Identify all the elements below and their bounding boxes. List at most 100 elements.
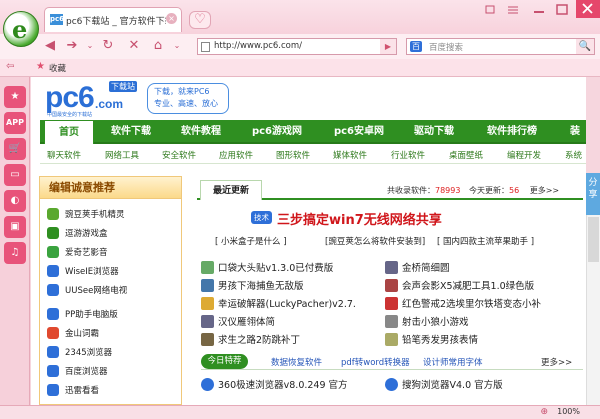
- nav-tutorials[interactable]: 软件教程: [170, 120, 232, 144]
- home-icon[interactable]: ⌂: [148, 37, 168, 55]
- quick-link[interactable]: [ 国内四款主流苹果助手 ]: [437, 235, 534, 247]
- search-placeholder[interactable]: 百度搜索: [429, 41, 463, 53]
- more-link[interactable]: 更多>>: [530, 186, 559, 195]
- sidebar-app-icon[interactable]: APP: [4, 112, 26, 134]
- page-icon: [201, 42, 210, 52]
- software-item[interactable]: 幸运破解器(LuckyPacher)v2.7.: [201, 296, 356, 311]
- baidu-icon[interactable]: 百: [410, 41, 422, 52]
- app-icon: [47, 246, 59, 258]
- site-logo-slogan: 中国最安全的下载站: [47, 112, 93, 118]
- browser-logo[interactable]: e: [3, 11, 39, 47]
- menu-icon[interactable]: [508, 6, 518, 14]
- quick-link[interactable]: [豌豆荚怎么将软件安装到]: [325, 235, 425, 247]
- subnav-item[interactable]: 图形软件: [276, 149, 310, 161]
- sidebar-shopping-icon[interactable]: 🛒: [4, 138, 26, 160]
- nav-software[interactable]: 软件下载: [100, 120, 162, 144]
- back-icon[interactable]: ◀: [40, 37, 60, 55]
- maximize-icon[interactable]: [556, 4, 568, 15]
- nav-drivers[interactable]: 驱动下载: [404, 120, 464, 144]
- nav-home[interactable]: 首页: [44, 120, 94, 144]
- subnav-item[interactable]: 安全软件: [162, 149, 196, 161]
- software-icon: [201, 315, 214, 328]
- software-item[interactable]: 求生之路2防跳补丁: [201, 332, 300, 347]
- list-item[interactable]: UUSee网络电视: [47, 284, 127, 300]
- sidebar-tv-icon[interactable]: ▣: [4, 216, 26, 238]
- today-link[interactable]: 数据恢复软件: [271, 356, 322, 368]
- address-bar[interactable]: http://www.pc6.com/ ▶: [197, 38, 397, 55]
- list-item[interactable]: 迅雷看看: [47, 384, 99, 400]
- software-icon: [385, 297, 398, 310]
- browser-tab[interactable]: pc6 pc6下载站 _ 官方软件下载游 ×: [44, 7, 182, 32]
- list-item[interactable]: WiseIE浏览器: [47, 265, 119, 281]
- subnav-item[interactable]: 编程开发: [507, 149, 541, 161]
- software-item[interactable]: 铅笔秀发男孩表情: [385, 332, 478, 347]
- list-item[interactable]: 逗游游戏盒: [47, 227, 108, 243]
- software-item[interactable]: 射击小狼小游戏: [385, 314, 469, 329]
- bookmarks-label[interactable]: 收藏: [49, 62, 66, 74]
- software-item[interactable]: 金桥简细圆: [385, 260, 450, 275]
- go-button[interactable]: ▶: [380, 39, 396, 54]
- list-item[interactable]: 爱奇艺影音: [47, 246, 108, 262]
- search-box[interactable]: 百 百度搜索 🔍: [406, 38, 595, 55]
- today-more-link[interactable]: 更多>>: [541, 356, 572, 368]
- list-item[interactable]: 豌豆荚手机精灵: [47, 208, 125, 224]
- nav-android[interactable]: pc6安卓网: [322, 120, 396, 144]
- site-logo[interactable]: pc6 下载站 .com 中国最安全的下载站: [45, 81, 140, 118]
- software-item[interactable]: 男孩下海捕鱼无敌版: [201, 278, 304, 293]
- tab-latest[interactable]: 最近更新: [200, 180, 262, 200]
- software-item[interactable]: 红色警戒2选埃里尔铁塔变态小补: [385, 296, 541, 311]
- subnav-item[interactable]: 媒体软件: [333, 149, 367, 161]
- software-icon: [385, 333, 398, 346]
- new-tab-heart-icon[interactable]: ♡: [189, 11, 211, 29]
- search-icon[interactable]: 🔍: [576, 39, 594, 54]
- browser-logo-letter: e: [12, 15, 28, 44]
- list-item[interactable]: 2345浏览器: [47, 346, 112, 362]
- stop-icon[interactable]: ✕: [124, 37, 144, 55]
- software-item[interactable]: 会声会影X5减肥工具1.0绿色版: [385, 278, 534, 293]
- app-icon: [47, 265, 59, 277]
- star-icon[interactable]: ★: [36, 61, 45, 72]
- today-link[interactable]: pdf转word转换器: [341, 356, 410, 368]
- app-icon: [47, 284, 59, 296]
- nav-ranking[interactable]: 软件排行榜: [472, 120, 552, 144]
- refresh-icon[interactable]: ↻: [98, 37, 118, 55]
- subnav-item[interactable]: 行业软件: [391, 149, 425, 161]
- forward-icon[interactable]: ➔: [62, 37, 82, 55]
- close-icon[interactable]: [576, 0, 600, 18]
- dropdown-icon[interactable]: ⌄: [80, 37, 100, 55]
- vertical-scrollbar[interactable]: [586, 215, 600, 405]
- today-link[interactable]: 设计师常用字体: [423, 356, 483, 368]
- list-item[interactable]: 百度浏览器: [47, 365, 108, 381]
- sidebar-game-icon[interactable]: ◐: [4, 190, 26, 212]
- sidebar-music-icon[interactable]: ♫: [4, 242, 26, 264]
- software-item[interactable]: 搜狗浏览器V4.0 官方版: [385, 377, 503, 392]
- subnav-item[interactable]: 聊天软件: [47, 149, 81, 161]
- sidebar-card-icon[interactable]: ▭: [4, 164, 26, 186]
- nav-more[interactable]: 装: [560, 120, 586, 144]
- zoom-level[interactable]: 100%: [557, 407, 580, 416]
- share-button[interactable]: 分享: [586, 173, 600, 215]
- tab-close-icon[interactable]: ×: [166, 13, 177, 24]
- subnav-item[interactable]: 系统: [565, 149, 582, 161]
- collapse-arrow-icon[interactable]: ⇦: [6, 61, 14, 72]
- scrollbar-thumb[interactable]: [588, 217, 599, 262]
- list-item[interactable]: PP助手电脑版: [47, 308, 118, 324]
- software-item[interactable]: 口袋大头贴v1.3.0已付费版: [201, 260, 333, 275]
- today-pill[interactable]: 今日特荐: [201, 354, 248, 369]
- software-icon: [201, 333, 214, 346]
- bookmarks-bar: ⇦ ★ 收藏: [0, 59, 600, 77]
- subnav-item[interactable]: 网络工具: [105, 149, 139, 161]
- subnav-item[interactable]: 应用软件: [219, 149, 253, 161]
- list-item[interactable]: 金山词霸: [47, 327, 99, 343]
- subnav-item[interactable]: 桌面壁纸: [449, 149, 483, 161]
- quick-link[interactable]: [ 小米盒子是什么 ]: [215, 235, 287, 247]
- software-item[interactable]: 汉仪雁翎体简: [201, 314, 275, 329]
- zoom-icon[interactable]: ⊕: [540, 407, 548, 417]
- software-item[interactable]: 360极速浏览器v8.0.249 官方: [201, 377, 348, 392]
- nav-games[interactable]: pc6游戏网: [240, 120, 314, 144]
- pin-icon[interactable]: [485, 5, 495, 14]
- sidebar-favorites-icon[interactable]: ★: [4, 86, 26, 108]
- address-url[interactable]: http://www.pc6.com/: [214, 41, 302, 51]
- dropdown-icon[interactable]: ⌄: [167, 37, 187, 55]
- headline-link[interactable]: 三步搞定win7无线网络共享: [277, 209, 442, 228]
